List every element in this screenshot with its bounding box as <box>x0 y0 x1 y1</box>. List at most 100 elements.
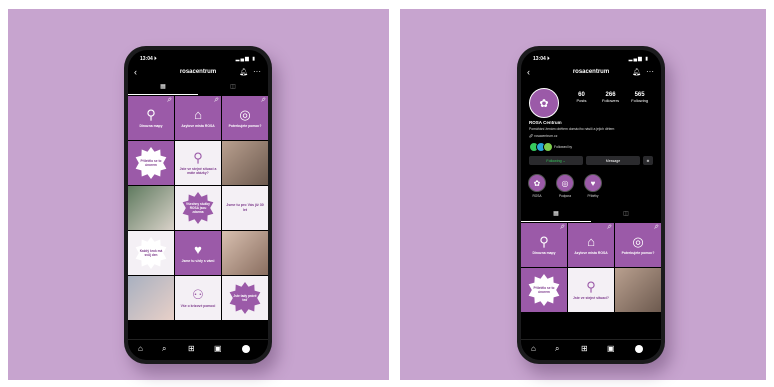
grid-tab-icon[interactable]: ▦ <box>521 210 591 222</box>
right-mockup-panel: 13:04 ⏵ ▂▄▆ ▮ ‹ rosacentrum 🔔︎ ··· ✿ 60 P… <box>400 9 766 380</box>
post-caption: Všechny služby ROSA jsou zdarma <box>186 202 210 214</box>
profile-avatar[interactable]: ✿ <box>529 88 559 118</box>
add-post-icon[interactable]: ⊞ <box>581 344 588 353</box>
pin-icon: ⚲ <box>193 150 203 165</box>
highlight-stories[interactable]: ♥ Příběhy <box>583 174 603 198</box>
grid-post[interactable]: Všechny služby ROSA jsou zdarma <box>175 186 221 230</box>
add-post-icon[interactable]: ⊞ <box>188 344 195 353</box>
grid-post[interactable]: ♥ Jsme tu vždy s vámi <box>175 231 221 275</box>
grid-post[interactable]: ◎ Potrebujete pomoc? 📌︎ <box>222 96 268 140</box>
profile-header: ‹ rosacentrum 🔔︎ ··· <box>128 67 268 81</box>
follower-avatars <box>529 142 553 152</box>
photo-post[interactable] <box>128 276 174 320</box>
signal-icons: ▂▄▆ ▮ <box>235 56 256 62</box>
message-button[interactable]: Message <box>586 156 640 165</box>
bell-icon[interactable]: 🔔︎ <box>632 68 641 76</box>
post-caption: Jsme tu pro Vás již 30 let <box>226 203 264 212</box>
followed-by[interactable]: Followed by <box>529 142 572 152</box>
tagged-tab-icon[interactable]: ◫ <box>198 83 268 94</box>
post-grid: ⚲ Dinozna mapy 📌︎ ⌂ Azylove mista ROSA 📌︎ ◎ Pot… <box>128 96 268 320</box>
grid-tab-icon[interactable]: ▦ <box>128 83 198 95</box>
post-caption: Potrebujete pomoc? <box>228 124 262 128</box>
starburst-badge: Každý krok má svůj den <box>135 237 167 269</box>
photo-post[interactable] <box>222 231 268 275</box>
post-caption: Dinozna mapy <box>532 251 556 255</box>
pin-icon: ⚲ <box>146 107 156 122</box>
profile-name: ROSA Centrum <box>529 120 562 125</box>
grid-post[interactable]: ⚲ Dinozna mapy 📌︎ <box>521 223 567 267</box>
heart-icon: ♥ <box>584 174 602 192</box>
search-icon[interactable]: ⌕ <box>555 344 559 354</box>
stat-followers[interactable]: 266 Followers <box>596 92 625 103</box>
grid-post[interactable]: ⚇ Vše o krizové pomoci <box>175 276 221 320</box>
post-caption: Jste ve stejné situaci a máte otázky? <box>179 167 217 175</box>
post-grid: ⚲ Dinozna mapy 📌︎ ⌂ Azylove mista ROSA 📌︎ ◎ Pot… <box>521 223 661 312</box>
starburst-badge: Přiletělo se to únorem <box>528 274 560 306</box>
following-button[interactable]: Following ⌄ <box>529 156 583 165</box>
profile-avatar-icon[interactable] <box>242 345 250 353</box>
grid-post[interactable]: Každý krok má svůj den <box>128 231 174 275</box>
post-caption: Jste tady právě teď <box>233 294 257 302</box>
grid-post[interactable]: Přiletělo se to únorem <box>521 268 567 312</box>
lifebuoy-icon: ◎ <box>632 234 644 249</box>
status-bar: 13:04 ⏵ ▂▄▆ ▮ <box>521 54 661 64</box>
pin-icon: ⚲ <box>586 279 596 294</box>
photo-post[interactable] <box>128 186 174 230</box>
content-tabs: ▦ ◫ <box>128 83 268 95</box>
status-time: 13:04 ⏵ <box>533 56 550 62</box>
stat-posts[interactable]: 60 Posts <box>567 92 596 103</box>
phone-screen: 13:04 ⏵ ▂▄▆ ▮ ‹ rosacentrum 🔔︎ ··· ▦ ◫ ⚲… <box>128 50 268 360</box>
heart-icon: ♥ <box>194 242 202 257</box>
grid-post[interactable]: ⚲ Dinozna mapy 📌︎ <box>128 96 174 140</box>
left-mockup-panel: 13:04 ⏵ ▂▄▆ ▮ ‹ rosacentrum 🔔︎ ··· ▦ ◫ ⚲… <box>8 9 389 380</box>
post-caption: Vše o krizové pomoci <box>180 304 216 308</box>
more-icon[interactable]: ··· <box>646 67 654 76</box>
post-caption: Přiletělo se to únorem <box>140 159 162 167</box>
pin-icon: ⚲ <box>539 234 549 249</box>
post-caption: Každý krok má svůj den <box>139 249 163 257</box>
status-bar: 13:04 ⏵ ▂▄▆ ▮ <box>128 54 268 64</box>
home-icon[interactable]: ⌂ <box>531 344 536 353</box>
profile-link[interactable]: 🔗︎ rosacentrum.cz <box>529 134 557 138</box>
grid-post[interactable]: ⌂ Azylove mista ROSA 📌︎ <box>568 223 614 267</box>
phone-frame: 13:04 ⏵ ▂▄▆ ▮ ‹ rosacentrum 🔔︎ ··· ▦ ◫ ⚲… <box>124 46 272 364</box>
profile-avatar-icon[interactable] <box>635 345 643 353</box>
grid-post[interactable]: ⌂ Azylove mista ROSA 📌︎ <box>175 96 221 140</box>
grid-post[interactable]: Jste tady právě teď <box>222 276 268 320</box>
pinned-icon: 📌︎ <box>166 97 172 102</box>
tagged-tab-icon[interactable]: ◫ <box>591 210 661 221</box>
more-icon[interactable]: ··· <box>253 67 261 76</box>
followed-by-label: Followed by <box>554 145 573 149</box>
starburst-badge: Všechny služby ROSA jsou zdarma <box>182 192 214 224</box>
grid-post[interactable]: ⚲ Jste ve stejné situaci a máte otázky? <box>175 141 221 185</box>
photo-post[interactable] <box>222 141 268 185</box>
starburst-badge: Přiletělo se to únorem <box>135 147 167 179</box>
photo-post[interactable] <box>615 268 661 312</box>
profile-stats: 60 Posts 266 Followers 565 Following <box>567 92 655 112</box>
stat-following[interactable]: 565 Following <box>625 92 654 103</box>
post-caption: Potrebujete pomoc? <box>621 251 655 255</box>
house-icon: ⌂ <box>194 107 202 122</box>
grid-post[interactable]: ◎ Potrebujete pomoc? 📌︎ <box>615 223 661 267</box>
reels-icon[interactable]: ▣ <box>214 344 222 353</box>
bottom-nav: ⌂ ⌕ ⊞ ▣ <box>521 339 661 360</box>
post-caption: Přiletělo se to únorem <box>533 286 555 294</box>
highlight-rosa[interactable]: ✿ ROSA <box>527 174 547 198</box>
starburst-badge: Jste tady právě teď <box>229 282 261 314</box>
grid-post[interactable]: Přiletělo se to únorem <box>128 141 174 185</box>
bottom-nav: ⌂ ⌕ ⊞ ▣ <box>128 339 268 360</box>
profile-buttons: Following ⌄ Message ⊕ <box>529 156 653 165</box>
post-caption: Azylove mista ROSA <box>181 124 215 128</box>
search-icon[interactable]: ⌕ <box>162 344 166 354</box>
home-icon[interactable]: ⌂ <box>138 344 143 353</box>
pinned-icon: 📌︎ <box>559 224 565 229</box>
highlight-support[interactable]: ◎ Podpora <box>555 174 575 198</box>
grid-post[interactable]: ⚲ Jste ve stejné situaci? <box>568 268 614 312</box>
grid-post[interactable]: Jsme tu pro Vás již 30 let <box>222 186 268 230</box>
post-caption: Azylove mista ROSA <box>574 251 608 255</box>
content-tabs: ▦ ◫ <box>521 210 661 222</box>
reels-icon[interactable]: ▣ <box>607 344 615 353</box>
story-highlights: ✿ ROSA ◎ Podpora ♥ Příběhy <box>527 174 603 198</box>
suggest-button[interactable]: ⊕ <box>643 156 653 165</box>
bell-icon[interactable]: 🔔︎ <box>239 68 248 76</box>
